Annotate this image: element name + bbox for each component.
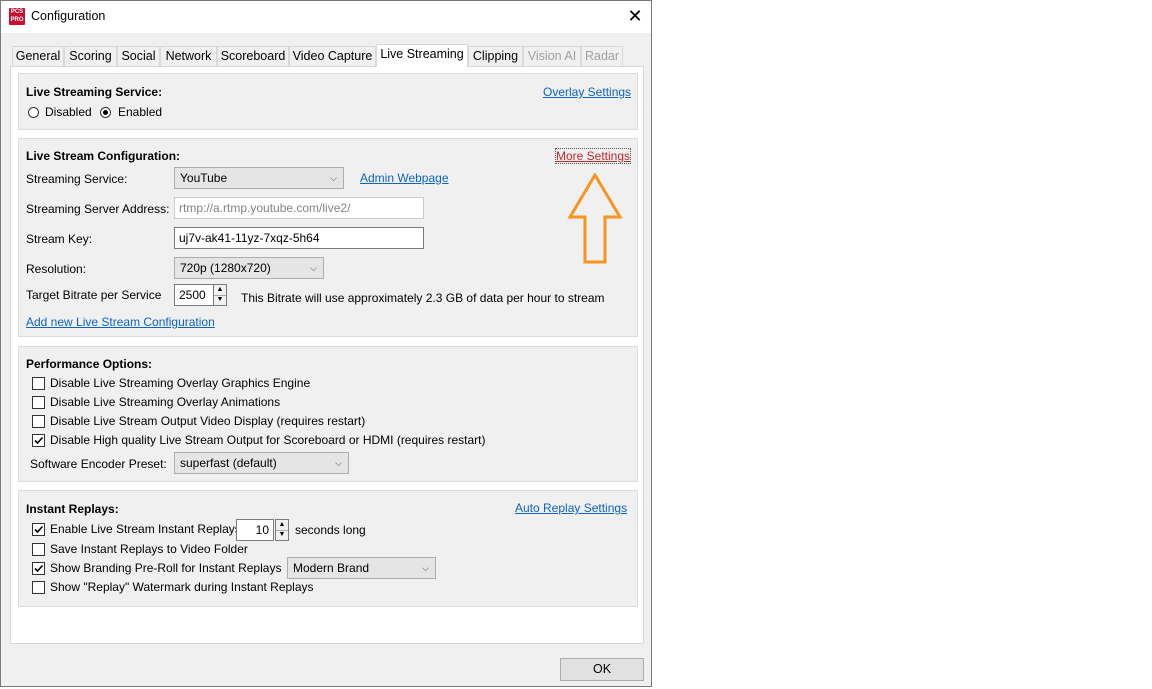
bitrate-note: This Bitrate will use approximately 2.3 … bbox=[241, 291, 605, 305]
bitrate-input[interactable]: 2500 bbox=[174, 284, 214, 306]
up-arrow-annotation-icon bbox=[567, 173, 623, 264]
service-heading: Live Streaming Service: bbox=[26, 85, 163, 99]
enabled-radio[interactable] bbox=[100, 107, 111, 118]
chevron-down-icon: ⌵ bbox=[335, 458, 342, 468]
app-logo-icon: PCS PRO bbox=[9, 8, 25, 25]
perf-option-checkbox[interactable] bbox=[32, 434, 45, 447]
auto-replay-settings-link[interactable]: Auto Replay Settings bbox=[515, 501, 627, 515]
tab-scoring[interactable]: Scoring bbox=[64, 46, 117, 66]
tab-radar: Radar bbox=[581, 46, 623, 66]
chevron-down-icon: ⌵ bbox=[422, 563, 429, 573]
resolution-label: Resolution: bbox=[26, 262, 87, 276]
streaming-service-select[interactable]: YouTube ⌵ bbox=[174, 167, 344, 189]
tab-scoreboard[interactable]: Scoreboard bbox=[217, 46, 289, 66]
save-replays-label: Save Instant Replays to Video Folder bbox=[50, 542, 248, 556]
enabled-radio-label: Enabled bbox=[118, 105, 163, 119]
encoder-preset-select[interactable]: superfast (default) ⌵ bbox=[174, 452, 349, 474]
more-settings-link[interactable]: More Settings bbox=[554, 148, 632, 164]
branding-preroll-label: Show Branding Pre-Roll for Instant Repla… bbox=[50, 561, 282, 575]
chevron-down-icon: ⌵ bbox=[310, 263, 317, 273]
bitrate-spinner[interactable]: ▲ ▼ bbox=[213, 284, 227, 306]
tab-social[interactable]: Social bbox=[117, 46, 160, 66]
tab-vision-ai: Vision AI bbox=[523, 46, 581, 66]
close-icon[interactable]: ✕ bbox=[619, 5, 651, 29]
perf-option-checkbox[interactable] bbox=[32, 415, 45, 428]
perf-option-label: Disable Live Stream Output Video Display… bbox=[50, 414, 366, 428]
stream-key-label: Stream Key: bbox=[26, 232, 93, 246]
disabled-radio-label: Disabled bbox=[45, 105, 92, 119]
save-replays-checkbox[interactable] bbox=[32, 543, 45, 556]
chevron-down-icon: ⌵ bbox=[330, 173, 337, 183]
performance-heading: Performance Options: bbox=[26, 357, 153, 371]
enable-replays-checkbox[interactable] bbox=[32, 523, 45, 536]
title-bar: PCS PRO Configuration ✕ bbox=[1, 1, 651, 33]
disabled-radio[interactable] bbox=[28, 107, 39, 118]
bitrate-label: Target Bitrate per Service bbox=[26, 288, 162, 302]
enable-replays-label: Enable Live Stream Instant Replays bbox=[50, 522, 241, 536]
perf-option-checkbox[interactable] bbox=[32, 396, 45, 409]
encoder-label: Software Encoder Preset: bbox=[30, 457, 167, 471]
replay-watermark-label: Show "Replay" Watermark during Instant R… bbox=[50, 580, 314, 594]
branding-preroll-checkbox[interactable] bbox=[32, 562, 45, 575]
streaming-service-label: Streaming Service: bbox=[26, 172, 128, 186]
perf-option-checkbox[interactable] bbox=[32, 377, 45, 390]
perf-option-label: Disable Live Streaming Overlay Graphics … bbox=[50, 376, 311, 390]
tab-general[interactable]: General bbox=[12, 46, 64, 66]
config-group: Live Stream Configuration: More Settings… bbox=[18, 138, 638, 337]
checkmark-icon bbox=[34, 564, 44, 573]
add-config-link[interactable]: Add new Live Stream Configuration bbox=[26, 315, 215, 329]
replays-heading: Instant Replays: bbox=[26, 502, 119, 516]
spin-down-icon[interactable]: ▼ bbox=[276, 530, 288, 540]
server-address-label: Streaming Server Address: bbox=[26, 202, 170, 216]
performance-group: Performance Options: Disable Live Stream… bbox=[18, 346, 638, 482]
tab-network[interactable]: Network bbox=[160, 46, 217, 66]
overlay-settings-link[interactable]: Overlay Settings bbox=[543, 85, 631, 99]
radio-selected-dot bbox=[103, 110, 108, 115]
service-group: Live Streaming Service: Overlay Settings… bbox=[18, 73, 638, 130]
replay-seconds-spinner[interactable]: ▲ ▼ bbox=[275, 519, 289, 541]
replay-seconds-input[interactable]: 10 bbox=[236, 519, 274, 541]
tab-live-streaming[interactable]: Live Streaming bbox=[376, 44, 468, 67]
seconds-suffix: seconds long bbox=[295, 523, 366, 537]
perf-option-label: Disable Live Streaming Overlay Animation… bbox=[50, 395, 281, 409]
spin-down-icon[interactable]: ▼ bbox=[214, 295, 226, 305]
replays-group: Instant Replays: Auto Replay Settings En… bbox=[18, 490, 638, 607]
replay-watermark-checkbox[interactable] bbox=[32, 581, 45, 594]
branding-select[interactable]: Modern Brand ⌵ bbox=[287, 557, 436, 579]
checkmark-icon bbox=[34, 436, 44, 445]
tab-clipping[interactable]: Clipping bbox=[468, 46, 523, 66]
admin-webpage-link[interactable]: Admin Webpage bbox=[360, 171, 449, 185]
server-address-input: rtmp://a.rtmp.youtube.com/live2/ bbox=[174, 197, 424, 219]
ok-button[interactable]: OK bbox=[560, 658, 644, 681]
stream-key-input[interactable]: uj7v-ak41-11yz-7xqz-5h64 bbox=[174, 227, 424, 249]
config-heading: Live Stream Configuration: bbox=[26, 149, 181, 163]
checkmark-icon bbox=[34, 525, 44, 534]
tab-video-capture[interactable]: Video Capture bbox=[289, 46, 376, 66]
perf-option-label: Disable High quality Live Stream Output … bbox=[50, 433, 486, 447]
configuration-window: PCS PRO Configuration ✕ General Scoring … bbox=[0, 0, 652, 687]
window-title: Configuration bbox=[31, 9, 106, 23]
resolution-select[interactable]: 720p (1280x720) ⌵ bbox=[174, 257, 324, 279]
